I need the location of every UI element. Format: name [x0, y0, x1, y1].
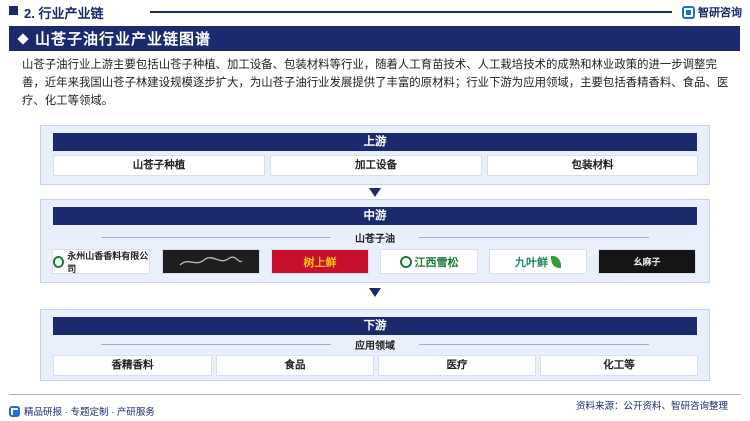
- section-title: 2. 行业产业链: [24, 6, 104, 21]
- down-arrow-icon: [369, 288, 381, 298]
- downstream-sublabel: 应用领域: [41, 337, 709, 352]
- downstream-item: 香精香料: [53, 355, 212, 376]
- brand: 智研咨询: [682, 4, 742, 20]
- upstream-item: 加工设备: [270, 155, 482, 176]
- footer-logo-icon: [9, 405, 20, 417]
- midstream-header: 中游: [53, 207, 697, 225]
- company-logo-yaomazi: 幺麻子: [598, 249, 696, 274]
- brand-logo-icon: [682, 5, 695, 19]
- yongzhou-logo-icon: [53, 255, 65, 268]
- upstream-item: 包装材料: [487, 155, 698, 176]
- footer: 精品研报 · 专题定制 · 产研服务 资料来源：公开资料、智研咨询整理: [0, 392, 750, 421]
- xuesong-logo-icon: [399, 255, 412, 268]
- company-logo-shushangxian: 树上鲜: [271, 249, 369, 274]
- intro-paragraph: 山苍子油行业上游主要包括山苍子种植、加工设备、包装材料等行业，随着人工育苗技术、…: [22, 59, 729, 107]
- footer-tagline: 精品研报 · 专题定制 · 产研服务: [9, 404, 155, 418]
- title-bar: 山苍子油行业产业链图谱: [9, 26, 740, 51]
- diamond-icon: [17, 33, 29, 45]
- section-marker-icon: [9, 6, 18, 15]
- upstream-item: 山苍子种植: [53, 155, 265, 176]
- company-logo-jiuyexian: 九叶鲜: [489, 249, 587, 274]
- downstream-item: 医疗: [378, 355, 536, 376]
- downstream-panel: 下游 应用领域 香精香料 食品 医疗 化工等: [40, 309, 710, 381]
- downstream-item: 食品: [216, 355, 374, 376]
- down-arrow-icon: [369, 188, 381, 198]
- midstream-sublabel: 山苍子油: [41, 230, 709, 245]
- brand-name: 智研咨询: [698, 7, 742, 19]
- upstream-panel: 上游 山苍子种植 加工设备 包装材料: [40, 125, 710, 185]
- company-logo-jiangxi-xuesong: 江西雪松: [380, 249, 478, 274]
- upstream-header: 上游: [53, 133, 697, 151]
- top-bar: 2. 行业产业链 智研咨询: [0, 0, 750, 22]
- company-logo-yongzhou: 永州山香香料有限公司: [52, 249, 150, 274]
- company-logo-dark: [162, 249, 260, 274]
- footer-rule: [9, 394, 741, 395]
- data-source: 资料来源：公开资料、智研咨询整理: [575, 401, 728, 412]
- downstream-item: 化工等: [540, 355, 698, 376]
- script-logo-icon: [179, 256, 243, 266]
- downstream-header: 下游: [53, 317, 697, 335]
- header-rule: [150, 11, 672, 13]
- leaf-icon: [551, 255, 561, 268]
- page-title: 山苍子油行业产业链图谱: [35, 31, 212, 48]
